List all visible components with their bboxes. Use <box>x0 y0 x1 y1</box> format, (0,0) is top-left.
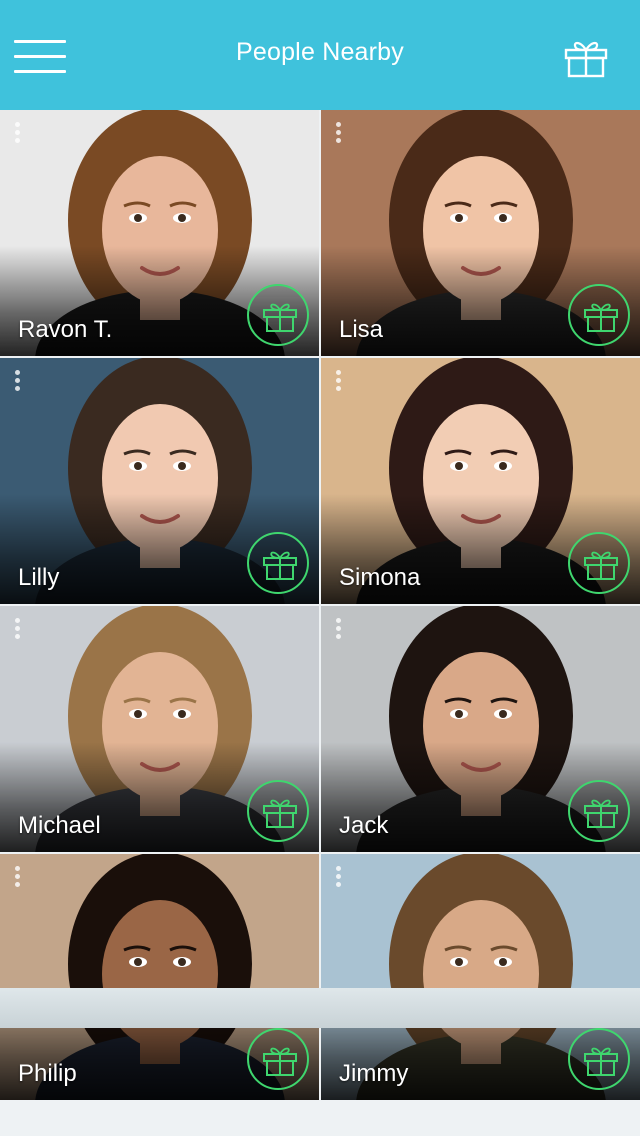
person-tile[interactable]: Simona <box>321 358 640 604</box>
gift-icon <box>263 799 297 828</box>
more-options-icon[interactable] <box>12 120 24 146</box>
send-gift-button[interactable] <box>568 532 630 594</box>
person-name: Simona <box>339 564 421 591</box>
person-tile[interactable]: Jimmy <box>321 854 640 1100</box>
menu-line <box>14 55 66 58</box>
person-tile[interactable]: Ravon T. <box>0 110 319 356</box>
page-title: People Nearby <box>236 38 404 66</box>
gift-icon <box>584 551 618 580</box>
gift-icon <box>263 551 297 580</box>
more-options-icon[interactable] <box>333 368 345 394</box>
gift-icon[interactable] <box>562 36 610 78</box>
next-row-partial <box>0 988 640 1028</box>
more-options-icon[interactable] <box>12 616 24 642</box>
person-tile[interactable]: Jack <box>321 606 640 852</box>
person-name: Lilly <box>18 564 60 591</box>
gift-icon <box>584 799 618 828</box>
more-options-icon[interactable] <box>12 864 24 890</box>
person-tile[interactable]: Lisa <box>321 110 640 356</box>
send-gift-button[interactable] <box>247 1028 309 1090</box>
send-gift-button[interactable] <box>247 780 309 842</box>
more-options-icon[interactable] <box>333 616 345 642</box>
menu-line <box>14 40 66 43</box>
person-name: Jack <box>339 812 389 839</box>
send-gift-button[interactable] <box>247 532 309 594</box>
person-name: Philip <box>18 1060 77 1087</box>
person-name: Ravon T. <box>18 316 113 343</box>
menu-line <box>14 70 66 73</box>
send-gift-button[interactable] <box>568 284 630 346</box>
more-options-icon[interactable] <box>333 120 345 146</box>
send-gift-button[interactable] <box>568 780 630 842</box>
send-gift-button[interactable] <box>568 1028 630 1090</box>
more-options-icon[interactable] <box>12 368 24 394</box>
gift-icon <box>584 1047 618 1076</box>
hamburger-menu-icon[interactable] <box>14 40 66 74</box>
person-tile[interactable]: Lilly <box>0 358 319 604</box>
gift-icon <box>263 303 297 332</box>
more-options-icon[interactable] <box>333 864 345 890</box>
gift-icon <box>263 1047 297 1076</box>
person-name: Lisa <box>339 316 384 343</box>
gift-icon <box>584 303 618 332</box>
top-bar: People Nearby <box>0 0 640 110</box>
person-name: Michael <box>18 812 101 839</box>
send-gift-button[interactable] <box>247 284 309 346</box>
person-tile[interactable]: Philip <box>0 854 319 1100</box>
person-name: Jimmy <box>339 1060 409 1087</box>
person-tile[interactable]: Michael <box>0 606 319 852</box>
app-screen: People Nearby Ravon T. Lisa Lilly Simona Mic… <box>0 0 640 1136</box>
